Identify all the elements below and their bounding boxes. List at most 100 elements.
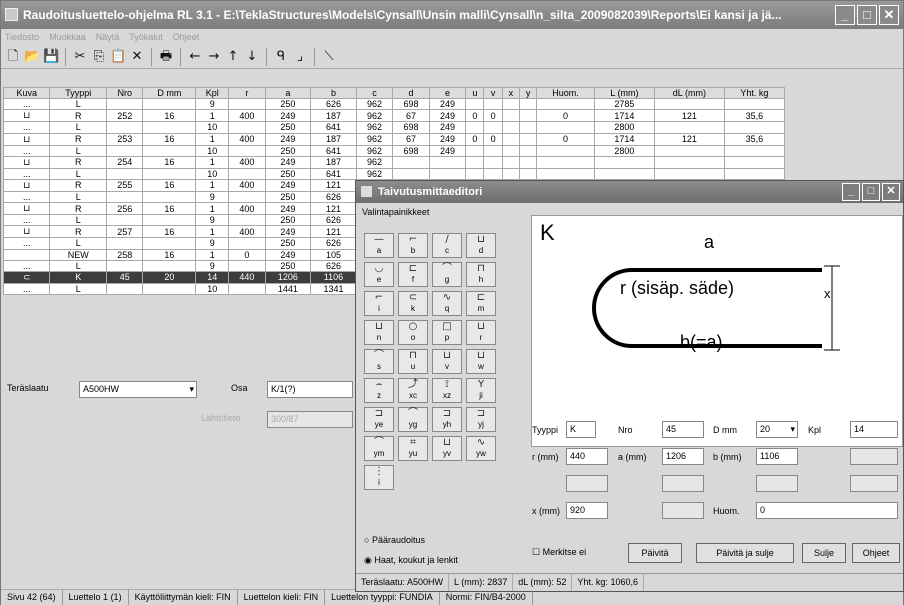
table-cell[interactable]: 400 <box>228 109 266 123</box>
x-input[interactable]: 920 <box>566 502 608 519</box>
table-cell[interactable]: 16 <box>142 109 197 123</box>
table-cell[interactable]: 9 <box>195 237 230 250</box>
table-cell[interactable]: 254 <box>105 155 144 169</box>
column-header[interactable]: d <box>392 86 430 100</box>
table-cell[interactable]: 962 <box>355 109 394 123</box>
column-header[interactable]: Tyyppi <box>49 86 107 100</box>
table-row[interactable]: ... L 10 250 641 962 <box>2 167 786 180</box>
table-cell[interactable]: 626 <box>310 98 357 111</box>
column-header[interactable]: L (mm) <box>593 86 656 100</box>
nro-input[interactable]: 45 <box>662 421 704 438</box>
dialog-maximize-button[interactable]: □ <box>862 183 880 201</box>
table-cell[interactable]: 626 <box>310 214 357 227</box>
shape-cell[interactable]: ... <box>2 237 51 250</box>
table-cell[interactable] <box>465 144 485 157</box>
dmm-select[interactable]: 20 ▾ <box>756 421 798 438</box>
table-cell[interactable]: R <box>49 225 107 239</box>
table-cell[interactable] <box>501 144 521 157</box>
table-cell[interactable]: R <box>49 132 107 146</box>
table-cell[interactable] <box>654 98 725 111</box>
r-input[interactable]: 440 <box>566 448 608 465</box>
table-cell[interactable]: 258 <box>105 248 144 261</box>
shape-button-ji[interactable]: Yji <box>466 378 496 403</box>
table-cell[interactable]: 250 <box>264 190 312 204</box>
shape-button-yj[interactable]: ⊐ yj <box>466 407 496 432</box>
table-cell[interactable] <box>518 167 538 180</box>
table-cell[interactable] <box>142 237 197 250</box>
table-cell[interactable]: 250 <box>264 259 312 272</box>
shape-button-i[interactable]: ⋮ i <box>364 465 394 490</box>
column-header[interactable]: a <box>264 86 312 100</box>
table-cell[interactable] <box>518 155 538 169</box>
table-cell[interactable]: 10 <box>195 282 230 296</box>
table-cell[interactable]: 14 <box>195 270 230 284</box>
table-cell[interactable]: 1 <box>195 202 230 216</box>
shape-button-c[interactable]: ∕ c <box>432 233 462 258</box>
table-cell[interactable] <box>536 121 595 134</box>
table-cell[interactable] <box>105 214 144 227</box>
shape-b-icon[interactable]: ⌟ <box>292 48 308 66</box>
table-cell[interactable]: 257 <box>105 225 144 239</box>
table-cell[interactable]: 9 <box>195 214 230 227</box>
close-dialog-button[interactable]: Sulje <box>802 543 846 563</box>
table-cell[interactable]: R <box>49 109 107 123</box>
table-cell[interactable]: L <box>49 144 107 157</box>
table-cell[interactable]: L <box>49 167 107 180</box>
table-cell[interactable]: 400 <box>228 178 266 192</box>
table-cell[interactable]: 249 <box>428 132 467 146</box>
table-cell[interactable]: 250 <box>264 167 312 180</box>
table-cell[interactable]: 249 <box>264 178 312 192</box>
table-row[interactable]: ⊔ R 254 16 1 400 249 187 962 <box>2 155 786 169</box>
table-cell[interactable] <box>228 214 266 227</box>
table-cell[interactable] <box>483 121 503 134</box>
table-cell[interactable]: 16 <box>142 225 197 239</box>
table-cell[interactable]: 698 <box>392 98 430 111</box>
table-cell[interactable] <box>142 259 197 272</box>
table-cell[interactable] <box>392 167 430 180</box>
shape-button-yw[interactable]: ∿ yw <box>466 436 496 461</box>
shape-button-n[interactable]: ⊔ n <box>364 320 394 345</box>
type-input[interactable]: K <box>566 421 596 438</box>
table-cell[interactable]: 962 <box>355 144 394 157</box>
table-cell[interactable]: 1714 <box>593 109 656 123</box>
table-cell[interactable] <box>483 144 503 157</box>
table-cell[interactable]: 35,6 <box>723 109 786 123</box>
table-cell[interactable]: 9 <box>195 190 230 204</box>
table-cell[interactable]: 440 <box>228 270 266 284</box>
table-cell[interactable]: 10 <box>195 144 230 157</box>
column-header[interactable]: r <box>228 86 266 100</box>
table-cell[interactable] <box>501 132 521 146</box>
table-cell[interactable]: 1 <box>195 132 230 146</box>
table-cell[interactable]: 249 <box>428 109 467 123</box>
table-cell[interactable] <box>228 98 266 111</box>
table-cell[interactable]: NEW <box>49 248 107 261</box>
table-row[interactable]: ... L 9 250 626 962 698 249 2785 <box>2 98 786 111</box>
table-cell[interactable]: 249 <box>264 225 312 239</box>
table-cell[interactable]: 2800 <box>593 121 656 134</box>
shape-cell[interactable]: ... <box>2 259 51 272</box>
dialog-close-button[interactable]: ✕ <box>882 183 900 201</box>
dialog-minimize-button[interactable]: _ <box>842 183 860 201</box>
table-cell[interactable] <box>228 237 266 250</box>
close-button[interactable]: ✕ <box>879 5 899 25</box>
shape-cell[interactable]: ⊔ <box>2 178 51 192</box>
table-cell[interactable]: L <box>49 237 107 250</box>
radio-hooks[interactable]: ◉ Haat, koukut ja lenkit <box>364 555 458 566</box>
table-cell[interactable] <box>228 144 266 157</box>
table-cell[interactable]: 400 <box>228 155 266 169</box>
shape-cell[interactable]: ... <box>2 214 51 227</box>
table-cell[interactable]: 256 <box>105 202 144 216</box>
table-cell[interactable] <box>654 155 725 169</box>
shape-button-xz[interactable]: ⟟ xz <box>432 378 462 403</box>
table-cell[interactable]: 121 <box>654 132 725 146</box>
table-cell[interactable] <box>654 167 725 180</box>
table-cell[interactable] <box>723 121 786 134</box>
shape-button-h[interactable]: ⊓ h <box>466 262 496 287</box>
table-cell[interactable] <box>483 167 503 180</box>
table-cell[interactable]: 626 <box>310 190 357 204</box>
table-cell[interactable] <box>105 144 144 157</box>
table-cell[interactable] <box>105 121 144 134</box>
table-cell[interactable]: 16 <box>142 132 197 146</box>
update-button[interactable]: Päivitä <box>628 543 682 563</box>
table-cell[interactable]: 20 <box>142 270 197 284</box>
